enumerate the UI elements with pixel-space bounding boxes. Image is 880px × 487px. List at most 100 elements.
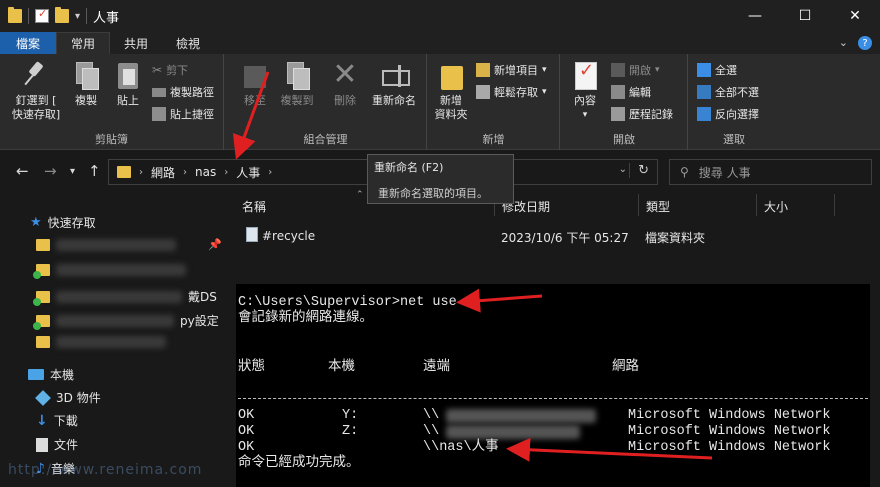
column-divider[interactable] xyxy=(638,194,639,216)
copy-to-button[interactable]: 複製到 xyxy=(277,60,317,108)
rename-button[interactable]: 重新命名 xyxy=(367,60,421,108)
minimize-button[interactable]: — xyxy=(730,0,780,32)
help-icon[interactable]: ? xyxy=(858,36,872,50)
invert-selection-button[interactable]: 反向選擇 xyxy=(697,106,759,122)
maximize-button[interactable]: ☐ xyxy=(780,0,830,32)
expand-ribbon-icon[interactable]: ⌄ xyxy=(839,36,848,50)
tab-file[interactable]: 檔案 xyxy=(0,32,57,54)
chevron-down-icon[interactable]: ⌄ xyxy=(619,164,627,175)
nav-item-pinned-2[interactable] xyxy=(33,264,186,279)
properties-button[interactable]: 內容 ▾ xyxy=(569,60,601,122)
nav-documents[interactable]: 文件 xyxy=(36,436,78,453)
nav-item-pinned-1[interactable]: 📌 xyxy=(36,238,222,251)
select-none-icon xyxy=(697,85,711,99)
paste-shortcut-button[interactable]: 貼上捷徑 xyxy=(152,106,214,122)
edit-label: 編輯 xyxy=(629,86,651,99)
organize-group-label: 組合管理 xyxy=(303,133,348,146)
cmd-row-remote: \\ xyxy=(423,408,440,423)
breadcrumb-nas[interactable]: nas xyxy=(195,165,216,179)
breadcrumb-network[interactable]: 網路 xyxy=(151,164,175,181)
select-all-icon xyxy=(697,63,711,77)
forward-arrow-icon[interactable]: → xyxy=(44,162,57,180)
close-button[interactable]: ✕ xyxy=(830,0,880,32)
tab-share[interactable]: 共用 xyxy=(110,32,162,54)
delete-button[interactable]: ✕ 刪除 xyxy=(329,60,361,108)
paste-shortcut-icon xyxy=(152,107,166,121)
new-item-icon xyxy=(476,63,490,77)
file-modified: 2023/10/6 下午 05:27 xyxy=(501,231,629,245)
easy-access-label: 輕鬆存取 xyxy=(494,86,538,99)
chevron-right-icon: › xyxy=(224,166,229,178)
nav-quick-access-label: 快速存取 xyxy=(47,216,96,230)
select-all-button[interactable]: 全選 xyxy=(697,62,737,78)
command-prompt-window: C:\Users\Supervisor>net use 會記錄新的網路連線。 狀… xyxy=(236,284,870,487)
window-title: 人事 xyxy=(93,10,120,26)
back-arrow-icon[interactable]: ← xyxy=(16,162,29,180)
watermark: http://www.reneima.com xyxy=(8,462,203,478)
nav-item-pinned-4[interactable]: py設定 xyxy=(33,312,219,330)
column-header-size[interactable]: 大小 xyxy=(764,198,788,215)
nav-this-pc[interactable]: 本機 xyxy=(28,366,74,383)
tab-home[interactable]: 常用 xyxy=(56,32,111,54)
paste-button[interactable]: 貼上 xyxy=(112,60,144,108)
ribbon: 釘選到 [ 快速存取] 複製 貼上 ✂ 剪下 複製路徑 貼上捷徑 剪貼簿 移至 xyxy=(0,54,880,150)
nav-item-partial-label: py設定 xyxy=(180,314,219,328)
open-button[interactable]: 開啟 ▾ xyxy=(611,62,660,78)
star-icon: ★ xyxy=(30,215,42,230)
customize-toolbar-icon[interactable]: ▾ xyxy=(75,11,80,22)
cmd-divider xyxy=(238,398,868,399)
rename-label: 重新命名 xyxy=(372,94,416,107)
nav-downloads[interactable]: ↓ 下載 xyxy=(36,412,78,429)
tab-view[interactable]: 檢視 xyxy=(162,32,214,54)
breadcrumb-hr[interactable]: 人事 xyxy=(236,164,260,181)
cmd-header-remote: 遠端 xyxy=(423,360,450,375)
history-button[interactable]: 歷程記錄 xyxy=(611,106,673,122)
column-divider[interactable] xyxy=(834,194,835,216)
nav-3d-objects[interactable]: 3D 物件 xyxy=(35,389,101,406)
cmd-row-local: Y: xyxy=(342,408,359,423)
select-all-label: 全選 xyxy=(715,64,737,77)
easy-access-button[interactable]: 輕鬆存取 ▾ xyxy=(476,84,547,100)
select-group: 全選 全部不選 反向選擇 選取 xyxy=(689,54,779,150)
nav-quick-access[interactable]: ★ 快速存取 xyxy=(30,214,96,231)
pin-icon xyxy=(22,60,50,90)
copy-path-button[interactable]: 複製路徑 xyxy=(152,84,214,100)
new-item-button[interactable]: 新增項目 ▾ xyxy=(476,62,547,78)
sort-chevron-icon: ⌃ xyxy=(356,190,364,200)
synced-folder-icon xyxy=(33,290,50,306)
up-arrow-icon[interactable]: ↑ xyxy=(88,162,101,180)
new-folder-button[interactable]: 新增 資料夾 xyxy=(432,60,470,122)
move-to-button[interactable]: 移至 xyxy=(237,60,273,108)
nav-item-pinned-5[interactable] xyxy=(36,336,166,348)
column-header-name[interactable]: 名稱 xyxy=(242,198,266,215)
redacted-text xyxy=(446,409,596,423)
cut-button[interactable]: ✂ 剪下 xyxy=(152,62,188,78)
cmd-info-line: 會記錄新的網路連線。 xyxy=(238,311,373,326)
edit-button[interactable]: 編輯 xyxy=(611,84,651,100)
table-row[interactable]: #recycle 2023/10/6 下午 05:27 檔案資料夾 xyxy=(242,226,862,246)
column-header-type[interactable]: 類型 xyxy=(646,198,670,215)
chevron-right-icon: › xyxy=(139,166,143,178)
cmd-header-status: 狀態 xyxy=(238,360,265,375)
refresh-icon[interactable]: ↻ xyxy=(629,163,649,178)
redacted-text xyxy=(56,264,186,276)
copy-button[interactable]: 複製 xyxy=(70,60,102,108)
chevron-down-icon: ▾ xyxy=(542,87,547,97)
chevron-right-icon: › xyxy=(268,166,273,178)
easy-access-icon xyxy=(476,85,490,99)
search-input[interactable]: ⚲ 搜尋 人事 xyxy=(669,159,872,185)
organize-group: 移至 複製到 ✕ 刪除 重新命名 組合管理 xyxy=(225,54,427,150)
rename-icon xyxy=(380,60,410,90)
open-group: 內容 ▾ 開啟 ▾ 編輯 歷程記錄 開啟 xyxy=(561,54,688,150)
column-divider[interactable] xyxy=(756,194,757,216)
open-group-label: 開啟 xyxy=(613,133,635,146)
new-folder-icon[interactable] xyxy=(55,7,69,23)
nav-item-pinned-3[interactable]: 戴DS xyxy=(33,288,217,306)
properties-icon[interactable] xyxy=(35,7,49,23)
chevron-down-icon: ▾ xyxy=(542,65,547,75)
pin-quick-access-button[interactable]: 釘選到 [ 快速存取] xyxy=(6,60,66,122)
select-none-button[interactable]: 全部不選 xyxy=(697,84,759,100)
chevron-right-icon: › xyxy=(183,166,188,178)
redacted-text xyxy=(56,238,176,251)
recent-locations-chevron-icon[interactable]: ▾ xyxy=(70,166,75,177)
